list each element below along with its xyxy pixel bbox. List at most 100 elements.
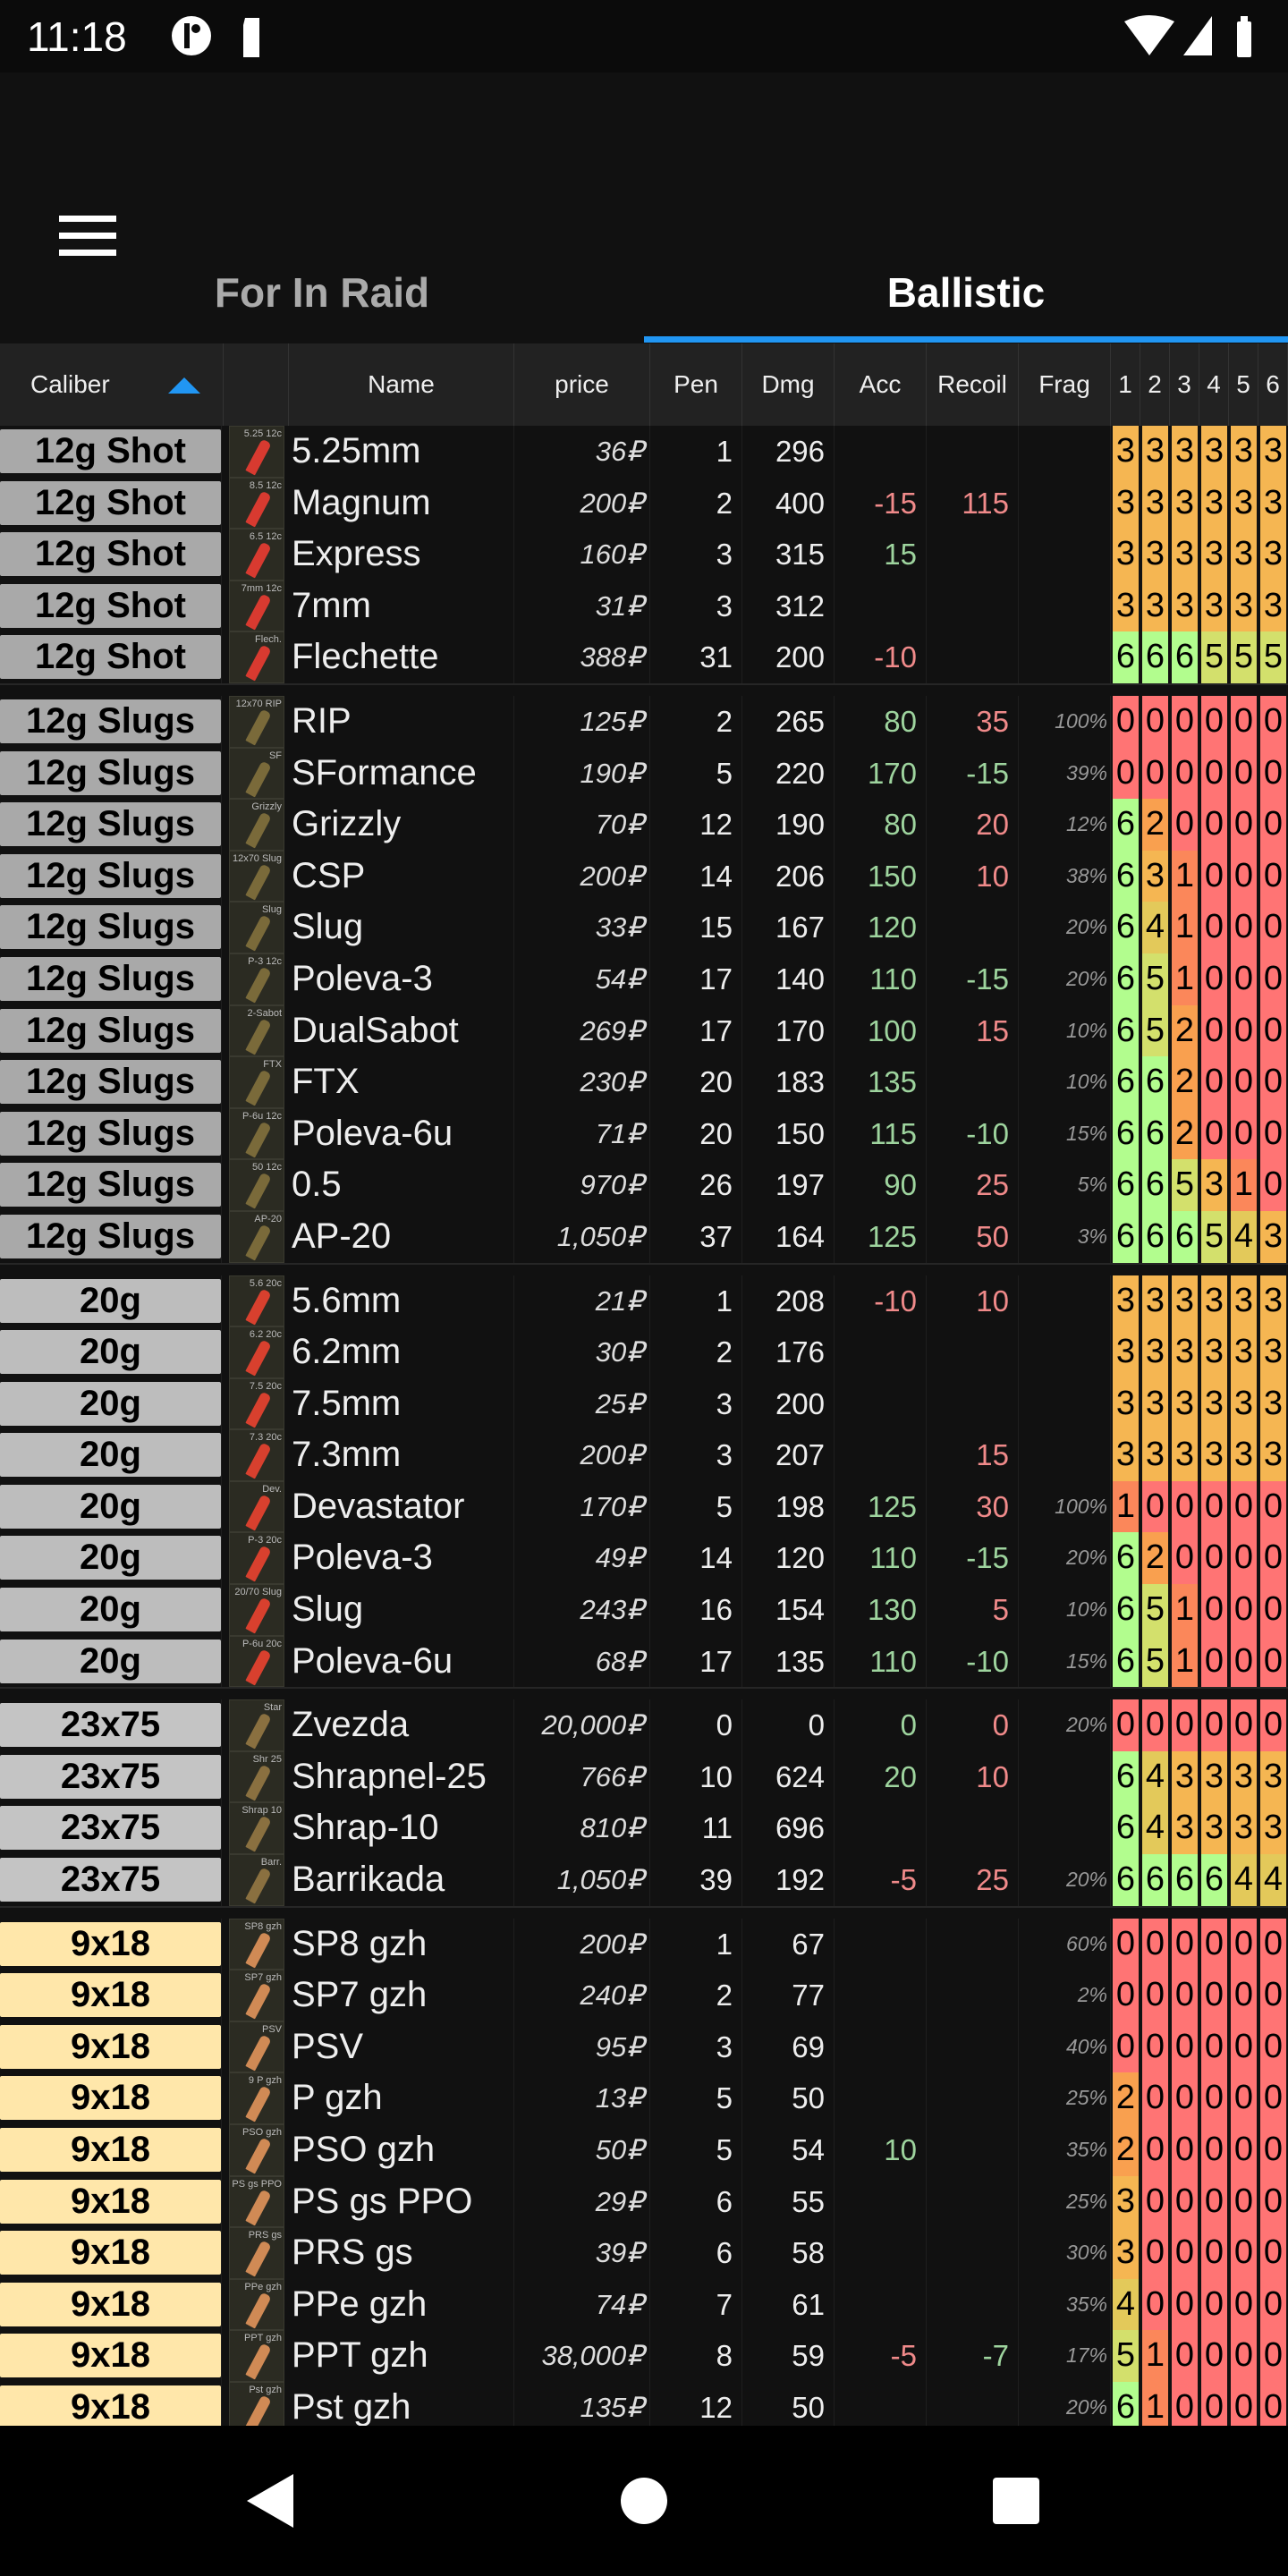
armor-effectiveness-6: 0 bbox=[1258, 1918, 1286, 1970]
table-row[interactable]: 20g 20/70 Slug Slug 243₽ 16 154 130 5 10% 6 5 1 0 0 0 bbox=[0, 1584, 1288, 1636]
table-row[interactable]: 12g Slugs Slug Slug 33₽ 15 167 120 20% 6 4 1 0 0 0 bbox=[0, 902, 1288, 953]
table-row[interactable]: 12g Slugs P-6u 12c Poleva-6u 71₽ 20 150 115 -10… bbox=[0, 1107, 1288, 1160]
header-armor-class-3[interactable]: 3 bbox=[1170, 343, 1199, 426]
header-caliber[interactable]: Caliber bbox=[0, 343, 224, 426]
header-armor-class-5[interactable]: 5 bbox=[1229, 343, 1258, 426]
table-row[interactable]: 12g Slugs 50 12c 0.5 970₽ 26 197 90 25 5% 6 6 5 3 1 0 bbox=[0, 1159, 1288, 1211]
caliber-label: 12g Slugs bbox=[0, 853, 221, 898]
ammo-icon: Grizzly bbox=[229, 799, 284, 851]
ammo-pen: 1 bbox=[650, 1275, 742, 1327]
armor-effectiveness-6: 0 bbox=[1258, 747, 1286, 800]
ammo-dmg: 208 bbox=[742, 1275, 835, 1327]
ammo-recoil bbox=[927, 902, 1019, 953]
header-pen[interactable]: Pen bbox=[650, 343, 742, 426]
table-row[interactable]: 12g Shot 8.5 12c Magnum 200₽ 2 400 -15 115 3 3 3 3 3… bbox=[0, 477, 1288, 530]
table-row[interactable]: 12g Slugs 2-Sabot DualSabot 269₽ 17 170 100 15 1… bbox=[0, 1004, 1288, 1057]
header-recoil[interactable]: Recoil bbox=[927, 343, 1019, 426]
header-frag[interactable]: Frag bbox=[1019, 343, 1111, 426]
table-row[interactable]: 9x18 PPT gzh PPT gzh 38,000₽ 8 59 -5 -7 17% 5 1 0 0 0… bbox=[0, 2330, 1288, 2382]
table-row[interactable]: 12g Slugs AP-20 AP-20 1,050₽ 37 164 125 50 3% 6 6 6… bbox=[0, 1210, 1288, 1263]
table-row[interactable]: 9x18 SP7 gzh SP7 gzh 240₽ 2 77 2% 0 0 0 0 0 0 bbox=[0, 1970, 1288, 2021]
table-row[interactable]: 9x18 PPe gzh PPe gzh 74₽ 7 61 35% 4 0 0 0 0 0 bbox=[0, 2278, 1288, 2331]
ammo-icon-label: AP-20 bbox=[254, 1213, 282, 1224]
ammo-pen: 2 bbox=[650, 1326, 742, 1378]
tab-for-in-raid[interactable]: For In Raid bbox=[0, 268, 644, 317]
ammo-dmg: 55 bbox=[742, 2175, 835, 2228]
header-armor-class-1[interactable]: 1 bbox=[1111, 343, 1140, 426]
table-row[interactable]: 12g Slugs 12x70 Slug CSP 200₽ 14 206 150 10 38% 6… bbox=[0, 850, 1288, 902]
header-armor-class-6[interactable]: 6 bbox=[1258, 343, 1288, 426]
armor-effectiveness-4: 0 bbox=[1199, 2072, 1227, 2124]
table-row[interactable]: 12g Shot Flech. Flechette 388₽ 31 200 -10 6 6 6 5 5… bbox=[0, 631, 1288, 683]
ammo-icon-label: Shrap 10 bbox=[242, 1805, 282, 1817]
header-armor-class-2[interactable]: 2 bbox=[1140, 343, 1170, 426]
table-row[interactable]: 23x75 Shrap 10 Shrap-10 810₽ 11 696 6 4 3 3 3 3 bbox=[0, 1802, 1288, 1855]
table-row[interactable]: 9x18 Pst gzh Pst gzh 135₽ 12 50 20% 6 1 0 0 0 0 bbox=[0, 2381, 1288, 2426]
ammo-table[interactable]: 12g Shot 5.25 12c 5.25mm 36₽ 1 296 3 3 3 3 3 3 12g S… bbox=[0, 426, 1288, 2426]
ammo-icon-label: PPT gzh bbox=[244, 2333, 282, 2344]
armor-effectiveness-3: 0 bbox=[1170, 2227, 1198, 2279]
armor-effectiveness-4: 0 bbox=[1199, 1584, 1227, 1636]
ammo-name: FTX bbox=[289, 1056, 514, 1108]
ammo-pen: 5 bbox=[650, 747, 742, 800]
armor-effectiveness-2: 5 bbox=[1140, 953, 1168, 1005]
table-row[interactable]: 20g 5.6 20c 5.6mm 21₽ 1 208 -10 10 3 3 3 3 3 3 bbox=[0, 1275, 1288, 1327]
table-row[interactable]: 9x18 PSO gzh PSO gzh 50₽ 5 54 10 35% 2 0 0 0 0 0 bbox=[0, 2124, 1288, 2176]
ammo-price: 36₽ bbox=[514, 426, 650, 478]
caliber-badge: 12g Slugs bbox=[0, 1056, 222, 1108]
table-row[interactable]: 9x18 PRS gs PRS gs 39₽ 6 58 30% 3 0 0 0 0 0 bbox=[0, 2227, 1288, 2279]
ammo-pen: 37 bbox=[650, 1210, 742, 1263]
table-row[interactable]: 20g 7.3 20c 7.3mm 200₽ 3 207 15 3 3 3 3 3 3 bbox=[0, 1429, 1288, 1481]
table-row[interactable]: 20g Dev. Devastator 170₽ 5 198 125 30 100% 1 0 0 0 0 0 bbox=[0, 1480, 1288, 1533]
table-row[interactable]: 9x18 SP8 gzh SP8 gzh 200₽ 1 67 60% 0 0 0 0 0 0 bbox=[0, 1918, 1288, 1970]
caliber-label: 12g Slugs bbox=[0, 956, 221, 1001]
table-row[interactable]: 12g Slugs Grizzly Grizzly 70₽ 12 190 80 20 12% 6 2… bbox=[0, 799, 1288, 851]
tab-ballistic[interactable]: Ballistic bbox=[644, 268, 1288, 317]
table-row[interactable]: 23x75 Star Zvezda 20,000₽ 0 0 0 0 20% 0 0 0 0 0 0 bbox=[0, 1699, 1288, 1751]
table-row[interactable]: 20g P-3 20c Poleva-3 49₽ 14 120 110 -15 20% 6 2 0 0 0… bbox=[0, 1532, 1288, 1585]
hamburger-menu-icon[interactable] bbox=[59, 216, 116, 257]
ammo-icon: 12x70 RIP bbox=[229, 695, 284, 748]
table-row[interactable]: 9x18 9 P gzh P gzh 13₽ 5 50 25% 2 0 0 0 0 0 bbox=[0, 2072, 1288, 2124]
recents-icon[interactable] bbox=[991, 2476, 1041, 2526]
ammo-icon-label: PPe gzh bbox=[244, 2281, 282, 2292]
caliber-badge: 12g Slugs bbox=[0, 1107, 222, 1160]
table-row[interactable]: 9x18 PS gs PPO PS gs PPO 29₽ 6 55 25% 3 0 0 0 0 0 bbox=[0, 2175, 1288, 2228]
header-price[interactable]: price bbox=[514, 343, 650, 426]
ammo-dmg: 164 bbox=[742, 1210, 835, 1263]
header-dmg[interactable]: Dmg bbox=[742, 343, 835, 426]
ammo-recoil: -15 bbox=[927, 747, 1019, 800]
table-row[interactable]: 12g Slugs SF SFormance 190₽ 5 220 170 -15 39% 0 0 0… bbox=[0, 747, 1288, 800]
table-row[interactable]: 12g Shot 5.25 12c 5.25mm 36₽ 1 296 3 3 3 3 3 3 bbox=[0, 426, 1288, 478]
ammo-frag: 17% bbox=[1019, 2330, 1111, 2382]
header-acc[interactable]: Acc bbox=[835, 343, 927, 426]
table-row[interactable]: 20g 7.5 20c 7.5mm 25₽ 3 200 3 3 3 3 3 3 bbox=[0, 1377, 1288, 1430]
armor-effectiveness-5: 0 bbox=[1229, 1532, 1257, 1585]
caliber-badge: 9x18 bbox=[0, 2227, 222, 2279]
table-row[interactable]: 12g Slugs 12x70 RIP RIP 125₽ 2 265 80 35 100% 0 0 0… bbox=[0, 695, 1288, 748]
ammo-pen: 26 bbox=[650, 1159, 742, 1211]
ammo-icon: Barr. bbox=[229, 1854, 284, 1906]
armor-effectiveness-2: 4 bbox=[1140, 1802, 1168, 1855]
table-row[interactable]: 12g Slugs FTX FTX 230₽ 20 183 135 10% 6 6 2 0 0 0 bbox=[0, 1056, 1288, 1108]
ammo-acc: 120 bbox=[835, 902, 927, 953]
ammo-icon: SP7 gzh bbox=[229, 1970, 284, 2021]
ammo-recoil: -15 bbox=[927, 1532, 1019, 1585]
table-row[interactable]: 9x18 PSV PSV 95₽ 3 69 40% 0 0 0 0 0 0 bbox=[0, 2021, 1288, 2073]
ammo-dmg: 192 bbox=[742, 1854, 835, 1906]
header-name[interactable]: Name bbox=[289, 343, 514, 426]
ammo-frag: 10% bbox=[1019, 1056, 1111, 1108]
table-row[interactable]: 12g Shot 6.5 12c Express 160₽ 3 315 15 3 3 3 3 3 3 bbox=[0, 529, 1288, 580]
table-row[interactable]: 20g P-6u 20c Poleva-6u 68₽ 17 135 110 -10 15% 6 5 1… bbox=[0, 1635, 1288, 1688]
armor-effectiveness-1: 1 bbox=[1111, 1480, 1139, 1533]
ammo-icon: Shrap 10 bbox=[229, 1802, 284, 1855]
home-icon[interactable] bbox=[619, 2476, 669, 2526]
table-row[interactable]: 23x75 Shr 25 Shrapnel-25 766₽ 10 624 20 10 6 4 3 3 3… bbox=[0, 1750, 1288, 1803]
table-row[interactable]: 12g Slugs P-3 12c Poleva-3 54₽ 17 140 110 -15 20… bbox=[0, 953, 1288, 1005]
armor-effectiveness-2: 0 bbox=[1140, 2021, 1168, 2073]
table-row[interactable]: 12g Shot 7mm 12c 7mm 31₽ 3 312 3 3 3 3 3 3 bbox=[0, 580, 1288, 632]
header-armor-class-4[interactable]: 4 bbox=[1199, 343, 1229, 426]
table-row[interactable]: 20g 6.2 20c 6.2mm 30₽ 2 176 3 3 3 3 3 3 bbox=[0, 1326, 1288, 1378]
table-row[interactable]: 23x75 Barr. Barrikada 1,050₽ 39 192 -5 25 20% 6 6 6… bbox=[0, 1854, 1288, 1906]
back-icon[interactable] bbox=[243, 2472, 297, 2529]
